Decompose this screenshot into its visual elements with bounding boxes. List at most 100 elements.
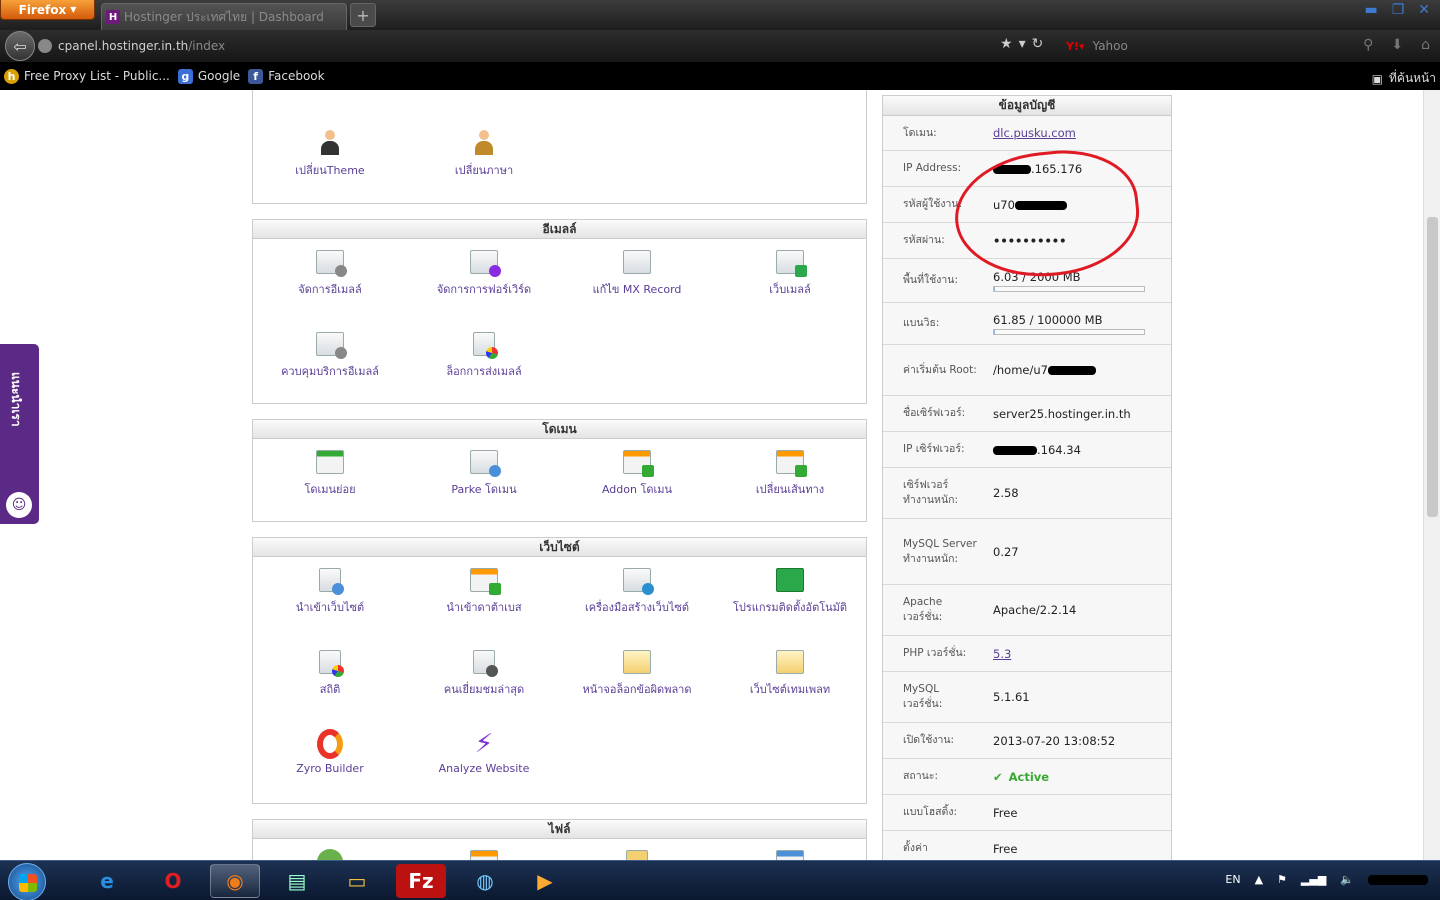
file-tile-1[interactable] — [253, 847, 407, 860]
file-tile-4[interactable] — [713, 847, 867, 860]
bookmark-facebook[interactable]: f Facebook — [248, 68, 325, 84]
website-panel: เว็บไซต์ นำเข้าเว็บไซต์ นำเข้าดาต้าเบส เ… — [252, 537, 867, 804]
task-manager-icon[interactable]: ▤ — [272, 864, 322, 898]
redirect-tile[interactable]: เปลี่ยนเส้นทาง — [713, 447, 867, 498]
feedback-tab[interactable]: แนะนำเรา ☺ — [0, 344, 39, 524]
internet-explorer-icon[interactable]: e — [82, 864, 132, 898]
file-explorer-icon[interactable]: ▭ — [332, 864, 382, 898]
change-theme-tile[interactable]: เปลี่ยนTheme — [253, 128, 407, 179]
feedback-tab-label: แนะนำเรา — [9, 372, 23, 427]
firefox-icon[interactable]: ◉ — [210, 864, 260, 898]
url-path: /index — [188, 39, 226, 53]
nav-right-icons: ⚲ ⬇ ⌂ — [1363, 37, 1430, 53]
templates-icon — [773, 647, 807, 677]
account-info-title: ข้อมูลบัญชี — [883, 96, 1171, 116]
tile-label: Zyro Builder — [296, 762, 364, 775]
latest-visitors-tile[interactable]: คนเยี่ยมชมล่าสุด — [407, 647, 561, 698]
import-website-icon — [313, 565, 347, 595]
created-date-value: 2013-07-20 13:08:52 — [993, 733, 1116, 748]
close-icon[interactable]: ✕ — [1418, 2, 1430, 18]
account-row-domain: โดเมน: dlc.pusku.com — [883, 116, 1171, 151]
error-log-tile[interactable]: หน้าจอล็อกข้อผิดพลาด — [560, 647, 714, 698]
bookmark-star-icon[interactable]: ★ — [1000, 36, 1013, 52]
start-button[interactable] — [8, 863, 46, 900]
hostinger-favicon-icon: H — [106, 10, 120, 24]
back-arrow-icon: ⇦ — [13, 36, 27, 56]
addon-domain-tile[interactable]: Addon โดเมน — [560, 447, 714, 498]
scrollbar-thumb[interactable] — [1427, 217, 1438, 517]
account-row-mysql: MySQL เวอร์ชั่น: 5.1.61 — [883, 672, 1171, 723]
reload-icon[interactable]: ↻ — [1032, 36, 1044, 52]
show-hidden-icons-icon[interactable]: ▲ — [1255, 873, 1263, 886]
mx-record-tile[interactable]: แก้ไข MX Record — [560, 247, 714, 298]
email-service-control-tile[interactable]: ควบคุมบริการอีเมลล์ — [253, 329, 407, 380]
back-button[interactable]: ⇦ — [5, 31, 35, 61]
section-title: ไฟล์ — [253, 820, 866, 839]
subdomain-tile[interactable]: โดเมนย่อย — [253, 447, 407, 498]
firefox-menu-button[interactable]: Firefox ▼ — [0, 0, 95, 20]
vertical-scrollbar[interactable] — [1423, 90, 1440, 860]
row-label: พื้นที่ใช้งาน: — [903, 274, 959, 286]
parked-domain-tile[interactable]: Parke โดเมน — [407, 447, 561, 498]
language-indicator[interactable]: EN — [1225, 873, 1240, 886]
domain-link[interactable]: dlc.pusku.com — [993, 126, 1161, 140]
import-database-tile[interactable]: นำเข้าดาต้าเบส — [407, 565, 561, 616]
filezilla-icon[interactable]: Fz — [396, 864, 446, 898]
url-bar[interactable]: cpanel.hostinger.in.th /index — [38, 35, 1060, 57]
preferences-panel: เปลี่ยนTheme เปลี่ยนภาษา — [252, 90, 867, 204]
file-tile-3[interactable] — [560, 847, 714, 860]
webmail-tile[interactable]: เว็บเมลล์ — [713, 247, 867, 298]
change-language-tile[interactable]: เปลี่ยนภาษา — [407, 128, 561, 179]
file-tile-2[interactable] — [407, 847, 561, 860]
account-row-bandwidth: แบนวิธ: 61.85 / 100000 MB — [883, 303, 1171, 345]
website-templates-tile[interactable]: เว็บไซต์เทมเพลท — [713, 647, 867, 698]
mysql-version-value: 5.1.61 — [993, 690, 1030, 704]
bookmarks-home[interactable]: ▣ ที่ค้นหน้า — [1372, 69, 1436, 88]
tile-label: ควบคุมบริการอีเมลล์ — [281, 365, 379, 378]
email-settings-icon — [313, 247, 347, 277]
analyze-website-tile[interactable]: ⚡ Analyze Website — [407, 729, 561, 775]
manage-email-tile[interactable]: จัดการอีเมลล์ — [253, 247, 407, 298]
page-content: เปลี่ยนTheme เปลี่ยนภาษา อีเมลล์ จัดการอ… — [0, 90, 1440, 860]
email-forwarding-tile[interactable]: จัดการการฟอร์เวิร์ด — [407, 247, 561, 298]
row-label: เปิดใช้งาน: — [903, 734, 955, 746]
media-player-icon[interactable]: ▶ — [520, 864, 570, 898]
bookmark-google[interactable]: g Google — [177, 68, 240, 84]
download-icon[interactable]: ⬇ — [1391, 37, 1403, 53]
user-icon — [467, 128, 501, 158]
auto-installer-tile[interactable]: โปรแกรมติดตั้งอัตโนมัติ — [713, 565, 867, 616]
row-label: PHP เวอร์ชั่น: — [903, 647, 967, 659]
folder-icon — [620, 847, 654, 860]
title-bar: Firefox ▼ H Hostinger ประเทศไทย | Dashbo… — [0, 0, 1440, 30]
dropdown-icon[interactable]: ▾ — [1019, 36, 1026, 52]
opera-icon[interactable]: O — [148, 864, 198, 898]
row-label: ชื่อเซิร์ฟเวอร์: — [903, 407, 966, 419]
network-app-icon[interactable]: ◍ — [460, 864, 510, 898]
bookmark-label: Free Proxy List - Public... — [24, 69, 170, 83]
new-tab-button[interactable]: + — [350, 3, 376, 27]
network-signal-icon[interactable]: ▂▄▆ — [1301, 873, 1326, 886]
minimize-icon[interactable]: ▬ — [1364, 2, 1377, 18]
volume-icon[interactable]: 🔈 — [1340, 873, 1354, 886]
website-builder-tile[interactable]: เครื่องมือสร้างเว็บไซต์ — [560, 565, 714, 616]
php-version-link[interactable]: 5.3 — [993, 647, 1161, 661]
zyro-builder-tile[interactable]: Zyro Builder — [253, 729, 407, 775]
tile-label: เว็บไซต์เทมเพลท — [749, 683, 831, 696]
mx-record-icon — [620, 247, 654, 277]
bookmark-proxy[interactable]: h Free Proxy List - Public... — [4, 68, 170, 84]
import-website-tile[interactable]: นำเข้าเว็บไซต์ — [253, 565, 407, 616]
section-title: โดเมน — [253, 420, 866, 439]
disk-usage-bar — [993, 285, 1145, 292]
files-panel: ไฟล์ — [252, 819, 867, 860]
home-icon[interactable]: ⌂ — [1421, 37, 1430, 53]
mail-log-tile[interactable]: ล็อกการส่งเมลล์ — [407, 329, 561, 380]
statistics-tile[interactable]: สถิติ — [253, 647, 407, 698]
maximize-icon[interactable]: ❐ — [1392, 2, 1405, 18]
search-icon[interactable]: ⚲ — [1363, 37, 1373, 53]
status-value: Active — [1008, 769, 1050, 784]
browser-tab[interactable]: H Hostinger ประเทศไทย | Dashboard — [101, 3, 347, 30]
navigation-bar: ⇦ cpanel.hostinger.in.th /index ★ ▾ ↻ Y!… — [0, 30, 1440, 62]
search-box[interactable]: Y!▾ Yahoo — [1066, 36, 1366, 56]
tile-label: นำเข้าเว็บไซต์ — [295, 601, 365, 614]
action-center-icon[interactable]: ⚑ — [1277, 873, 1287, 886]
